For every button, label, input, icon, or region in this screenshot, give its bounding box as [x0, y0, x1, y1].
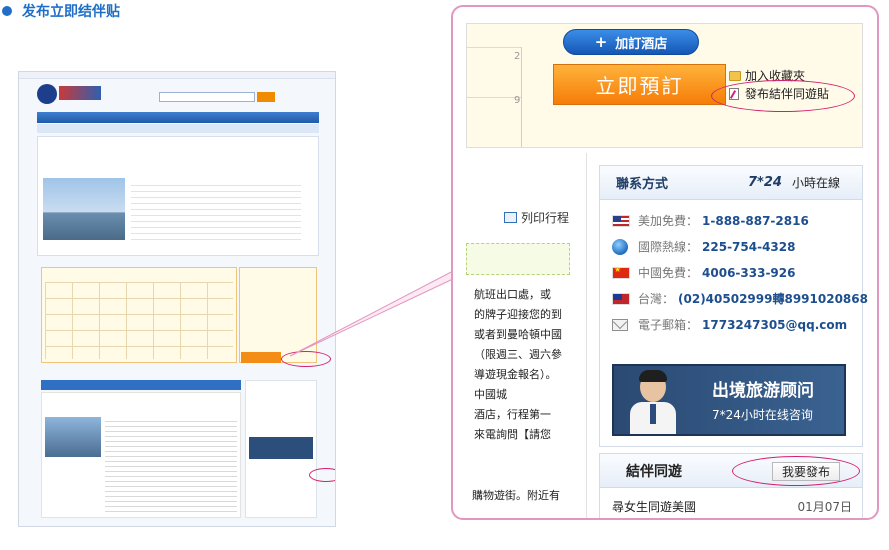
print-itinerary-link[interactable]: 列印行程: [504, 209, 569, 226]
text-line: （限週三、週六參: [474, 348, 562, 361]
thumb-search: [159, 92, 255, 102]
itinerary-column: 列印行程 航班出口處，或 的牌子迎接您的到 或者到曼哈頓中國 （限週三、週六參 …: [466, 153, 587, 518]
thumb-article-text: [105, 417, 237, 512]
text-line: 中國城: [474, 388, 507, 401]
list-item[interactable]: 尋女生同遊美國 01月07日: [612, 498, 852, 515]
thumb-booking: [239, 267, 317, 363]
contact-header: 聯系方式 7*24 小時在線: [600, 166, 862, 200]
row-label: 國際熱線：: [638, 240, 699, 254]
contact-panel: 聯系方式 7*24 小時在線 美加免費： 1-888-887-2816 國際熱線…: [599, 165, 868, 447]
companion-item-date: 01月07日: [797, 500, 852, 514]
globe-icon: [612, 238, 628, 255]
grid-number: 9: [514, 95, 521, 106]
companion-item-title: 尋女生同遊美國: [612, 500, 697, 514]
book-now-button[interactable]: 立即預訂: [553, 64, 726, 105]
thumb-photo: [43, 178, 125, 240]
zoom-panel: 2 9 + 加訂酒店 立即預訂 加入收藏夾 發布結伴同遊貼 列印行程 航班出口處…: [451, 5, 879, 520]
itinerary-bottom-text: 購物遊街。附近有: [472, 489, 560, 502]
hours-text: 小時在線: [791, 176, 840, 190]
logo-icon: [37, 84, 57, 104]
printer-icon: [504, 212, 517, 223]
text-line: 酒店，行程第一: [474, 408, 551, 421]
row-value: 225-754-4328: [702, 239, 796, 254]
add-hotel-button[interactable]: + 加訂酒店: [563, 29, 699, 55]
plus-icon: +: [594, 33, 608, 51]
contact-row-email: 電子郵箱： 1773247305@qq.com: [612, 316, 847, 333]
thumb-details: [131, 180, 301, 240]
taiwan-flag-icon: [612, 292, 630, 305]
thumb-nav: [37, 112, 319, 123]
grid-number: 2: [514, 51, 521, 62]
china-flag-icon: [612, 265, 630, 279]
thumb-search-button: [257, 92, 275, 102]
folder-icon: [729, 70, 741, 81]
thumb-highlight-2: [309, 468, 335, 482]
row-value: 4006-333-926: [702, 265, 796, 280]
thumb-calendar-grid: [45, 282, 233, 359]
contact-row-tw: 台灣： (02)40502999轉8991020868: [612, 290, 868, 307]
row-label: 電子郵箱：: [638, 318, 699, 332]
page-title: 发布立即结伴贴: [22, 4, 120, 20]
row-label: 台灣：: [638, 292, 675, 306]
advisor-avatar: [628, 370, 678, 434]
row-value: 1-888-887-2816: [702, 213, 809, 228]
text-line: 導遊現金報名）。: [474, 368, 557, 381]
thumb-subnav: [37, 124, 319, 133]
row-value: (02)40502999轉8991020868: [678, 292, 868, 306]
contact-title: 聯系方式: [616, 177, 669, 192]
advisor-title: 出境旅游顾问: [712, 381, 814, 401]
hours-badge: 7*24: [748, 175, 782, 190]
companion-title: 結伴同遊: [626, 463, 682, 480]
contact-row-cn: 中國免費： 4006-333-926: [612, 264, 795, 281]
us-flag-icon: [612, 214, 630, 227]
row-label: 中國免費：: [638, 266, 699, 280]
itinerary-text: 航班出口處，或 的牌子迎接您的到 或者到曼哈頓中國 （限週三、週六參 導遊現金報…: [474, 285, 586, 445]
companion-panel: 結伴同遊 我要發布 尋女生同遊美國 01月07日: [599, 453, 863, 518]
contact-row-intl: 國際熱線： 225-754-4328: [612, 238, 795, 255]
text-line: 或者到曼哈頓中國: [474, 328, 562, 341]
notice-box: [466, 243, 570, 275]
logo-banner: [59, 86, 101, 100]
text-line: 的牌子迎接您的到: [474, 308, 562, 321]
text-line: 來電詢問【請您: [474, 428, 551, 441]
print-label: 列印行程: [521, 211, 570, 225]
thumb-article-image: [45, 417, 101, 457]
contact-row-us: 美加免費： 1-888-887-2816: [612, 212, 809, 229]
step-header: 发布立即结伴贴: [2, 1, 120, 21]
highlight-oval: [711, 80, 855, 112]
thumb-tabs: [41, 380, 241, 390]
thumb-highlight-1: [281, 351, 331, 367]
page-thumbnail: [18, 71, 336, 527]
thumb-book-button: [241, 352, 281, 363]
mail-icon: [612, 318, 628, 331]
advisor-subtitle: 7*24小时在线咨询: [712, 408, 813, 422]
travel-advisor-banner[interactable]: 出境旅游顾问 7*24小时在线咨询: [612, 364, 846, 436]
thumb-advisor: [249, 437, 313, 459]
row-label: 美加免費：: [638, 214, 699, 228]
highlight-oval: [732, 456, 860, 486]
add-hotel-label: 加訂酒店: [615, 36, 668, 52]
text-line: 航班出口處，或: [474, 288, 551, 301]
bullet-icon: [2, 6, 12, 16]
row-value[interactable]: 1773247305@qq.com: [702, 318, 847, 332]
